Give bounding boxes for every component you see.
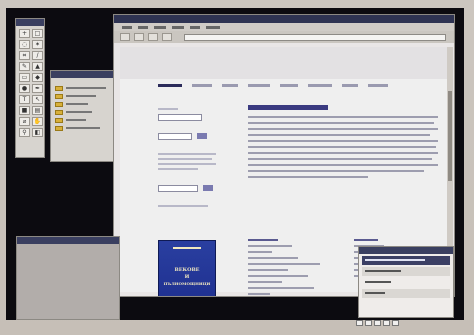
select-go-button[interactable] — [203, 185, 214, 191]
history-item[interactable] — [362, 278, 450, 287]
list-item[interactable] — [248, 281, 282, 283]
hand-tool-icon[interactable]: ✋ — [32, 117, 43, 126]
menu-item[interactable] — [206, 26, 220, 29]
book-title-line-3: ПЪЛНОМОЩНИЦИ — [163, 281, 211, 286]
background-window-titlebar[interactable] — [17, 237, 119, 244]
desktop-screen: + □ ◌ ✶ ⌗ / ✎ ▲ ▭ ◆ ● ✒ T ↖ ■ ▤ ⌀ ✋ ⚲ ◧ — [6, 8, 464, 320]
pen-tool-icon[interactable]: ✒ — [32, 84, 43, 93]
history-item[interactable] — [362, 267, 450, 276]
list-item[interactable] — [248, 245, 292, 247]
menu-item[interactable] — [154, 26, 166, 29]
search-input[interactable] — [158, 114, 202, 121]
path-tool-icon[interactable]: ↖ — [32, 95, 43, 104]
browser-titlebar[interactable] — [114, 15, 454, 23]
type-tool-icon[interactable]: T — [19, 95, 30, 104]
folder-icon — [55, 109, 63, 115]
list-item[interactable] — [248, 263, 320, 265]
list-item[interactable] — [248, 287, 314, 289]
pager-cell[interactable] — [392, 320, 399, 326]
link-column-left — [248, 235, 330, 296]
move-tool-icon[interactable]: + — [19, 29, 30, 38]
article-content — [248, 105, 438, 182]
book-title-line-2: И — [184, 274, 190, 280]
menu-item[interactable] — [190, 26, 200, 29]
bucket-tool-icon[interactable]: ◆ — [32, 73, 43, 82]
folder-icon — [55, 117, 63, 123]
folder-icon — [55, 85, 63, 91]
book-title-line-1: ВЕКОВЕ — [174, 267, 200, 273]
stamp-tool-icon[interactable]: ▲ — [32, 62, 43, 71]
list-item[interactable] — [248, 269, 288, 271]
select-field[interactable] — [158, 185, 198, 192]
home-button[interactable] — [162, 33, 172, 41]
back-button[interactable] — [120, 33, 130, 41]
search-field[interactable] — [158, 133, 192, 140]
history-palette-titlebar[interactable] — [359, 247, 453, 254]
brush-tool-icon[interactable]: ✎ — [19, 62, 30, 71]
pager-cell[interactable] — [374, 320, 381, 326]
nav-tab-active[interactable] — [158, 84, 182, 87]
page-sidebar — [158, 105, 218, 210]
forward-button[interactable] — [134, 33, 144, 41]
tool-palette-titlebar[interactable] — [16, 19, 44, 26]
menu-item[interactable] — [138, 26, 148, 29]
history-palette[interactable] — [358, 246, 454, 318]
color-swatch-icon[interactable]: ◧ — [32, 128, 43, 137]
browser-menubar — [114, 23, 454, 31]
nav-tab[interactable] — [248, 84, 270, 87]
notes-tool-icon[interactable]: ▤ — [32, 106, 43, 115]
nav-tab[interactable] — [280, 84, 298, 87]
shape-tool-icon[interactable]: ■ — [19, 106, 30, 115]
crop-tool-icon[interactable]: ⌗ — [19, 51, 30, 60]
list-item[interactable] — [248, 251, 272, 253]
history-item[interactable] — [362, 289, 450, 298]
site-header — [120, 47, 450, 79]
menu-item[interactable] — [172, 26, 184, 29]
zoom-tool-icon[interactable]: ⚲ — [19, 128, 30, 137]
taskbar-pager — [356, 320, 399, 326]
folder-icon — [55, 101, 63, 107]
menu-item[interactable] — [122, 26, 132, 29]
list-item[interactable] — [248, 257, 298, 259]
nav-tab[interactable] — [308, 84, 332, 87]
background-window[interactable] — [16, 236, 120, 320]
slice-tool-icon[interactable]: / — [32, 51, 43, 60]
site-nav — [120, 79, 450, 97]
lasso-tool-icon[interactable]: ◌ — [19, 40, 30, 49]
tool-palette[interactable]: + □ ◌ ✶ ⌗ / ✎ ▲ ▭ ◆ ● ✒ T ↖ ■ ▤ ⌀ ✋ ⚲ ◧ — [15, 18, 45, 158]
pager-cell[interactable] — [383, 320, 390, 326]
list-item[interactable] — [248, 293, 270, 295]
nav-tab[interactable] — [368, 84, 388, 87]
eraser-tool-icon[interactable]: ▭ — [19, 73, 30, 82]
scrollbar-thumb[interactable] — [448, 91, 452, 181]
history-item-selected[interactable] — [362, 256, 450, 265]
nav-tab[interactable] — [192, 84, 212, 87]
marquee-tool-icon[interactable]: □ — [32, 29, 43, 38]
pager-cell[interactable] — [365, 320, 372, 326]
eyedropper-tool-icon[interactable]: ⌀ — [19, 117, 30, 126]
address-bar[interactable] — [184, 33, 446, 41]
dodge-tool-icon[interactable]: ● — [19, 84, 30, 93]
browser-toolbar — [114, 31, 454, 43]
search-button[interactable] — [197, 133, 208, 139]
folder-icon — [55, 93, 63, 99]
book-cover-image[interactable]: ВЕКОВЕ И ПЪЛНОМОЩНИЦИ — [158, 240, 216, 296]
nav-tab[interactable] — [222, 84, 238, 87]
list-item[interactable] — [248, 275, 308, 277]
reload-button[interactable] — [148, 33, 158, 41]
tool-grid: + □ ◌ ✶ ⌗ / ✎ ▲ ▭ ◆ ● ✒ T ↖ ■ ▤ ⌀ ✋ ⚲ ◧ — [16, 26, 44, 140]
pager-cell[interactable] — [356, 320, 363, 326]
article-heading — [248, 105, 328, 110]
folder-icon — [55, 125, 63, 131]
nav-tab[interactable] — [342, 84, 358, 87]
wand-tool-icon[interactable]: ✶ — [32, 40, 43, 49]
